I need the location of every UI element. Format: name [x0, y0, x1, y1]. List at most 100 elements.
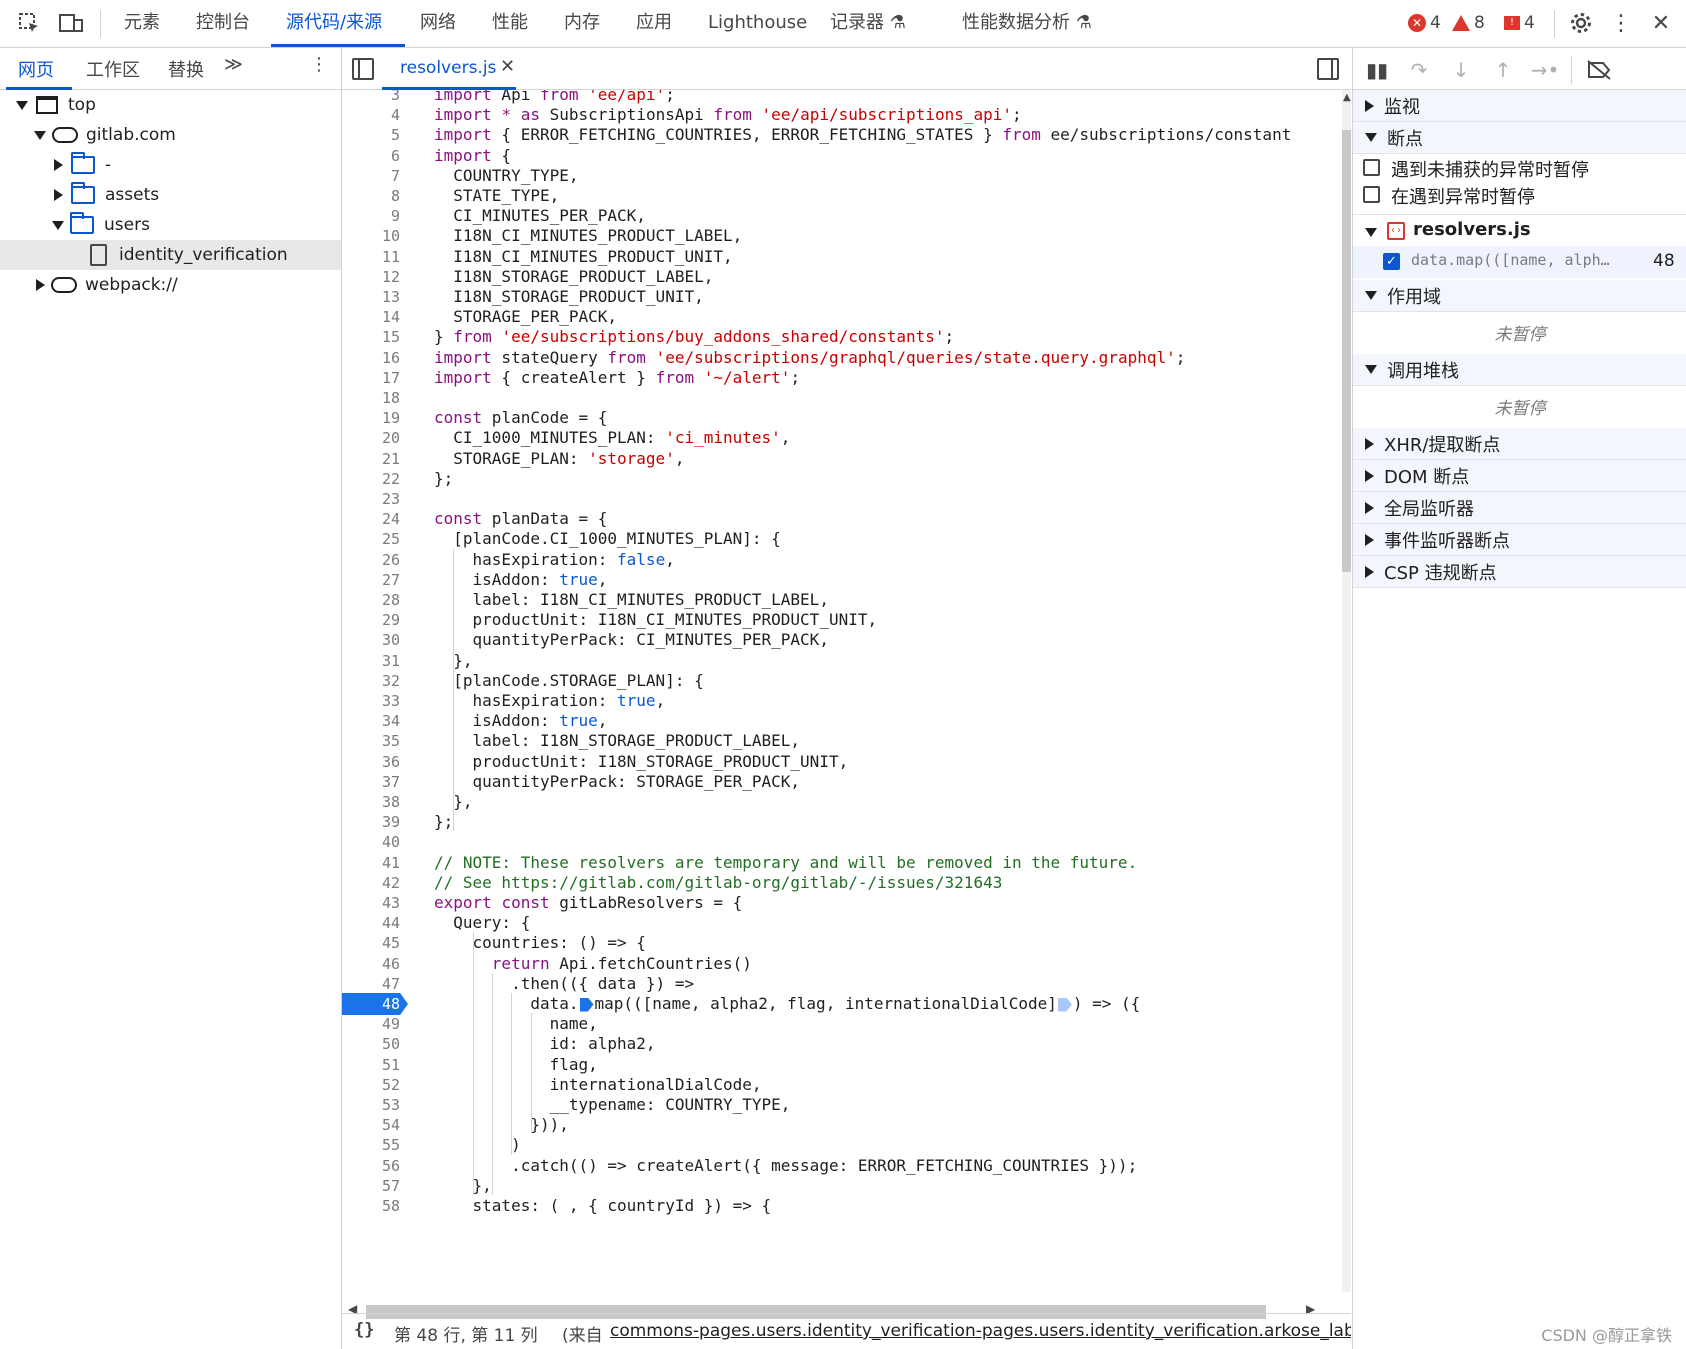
collapse-arrow-icon[interactable] [36, 279, 45, 291]
breakpoint-entry[interactable]: ✓ data.map(([name, alph… 48 [1353, 246, 1686, 278]
collapse-arrow-icon[interactable] [54, 189, 63, 201]
line-number-gutter[interactable]: 3 4 5 6 7 8 9 10 11 12 13 14 15 16 17 18 19 20 21 22 23 24 25 2… [342, 90, 408, 1334]
pause-caught-checkbox[interactable] [1363, 186, 1380, 203]
line-number[interactable]: 50 [342, 1033, 400, 1055]
line-number[interactable]: 43 [342, 892, 400, 914]
line-number[interactable]: 58 [342, 1195, 400, 1217]
section-xhr-breakpoints[interactable]: XHR/提取断点 [1353, 428, 1686, 460]
pause-uncaught-checkbox[interactable] [1363, 159, 1380, 176]
line-number[interactable]: 40 [342, 831, 400, 853]
line-number[interactable]: 12 [342, 266, 400, 288]
tab-console[interactable]: 控制台 [196, 0, 250, 46]
line-number[interactable]: 6 [342, 145, 400, 167]
tree-item-users[interactable]: users [0, 210, 341, 240]
expand-arrow-icon[interactable] [34, 130, 46, 140]
line-number[interactable]: 46 [342, 953, 400, 975]
line-number[interactable]: 23 [342, 488, 400, 510]
line-number[interactable]: 38 [342, 791, 400, 813]
expand-arrow-icon[interactable] [16, 100, 28, 110]
line-number[interactable]: 18 [342, 387, 400, 409]
line-number[interactable]: 45 [342, 932, 400, 954]
tree-item-folder-dash[interactable]: - [0, 150, 341, 180]
step-out-icon[interactable]: ↑ [1489, 56, 1517, 84]
tab-performance-insights[interactable]: 性能数据分析 ⚗ [962, 0, 1092, 46]
collapse-arrow-icon[interactable] [54, 159, 63, 171]
toggle-debugger-icon[interactable] [1317, 58, 1339, 80]
section-watch[interactable]: 监视 [1353, 90, 1686, 122]
section-scope[interactable]: 作用域 [1353, 280, 1686, 312]
vertical-scrollbar[interactable]: ▲ ▼ [1342, 90, 1351, 1334]
line-number[interactable]: 14 [342, 306, 400, 328]
section-global-listeners[interactable]: 全局监听器 [1353, 492, 1686, 524]
tab-network[interactable]: 网络 [420, 0, 456, 46]
tab-sources[interactable]: 源代码/来源 [286, 0, 382, 46]
step-icon[interactable]: →• [1531, 56, 1560, 84]
breakpoint-enabled-checkbox[interactable]: ✓ [1383, 253, 1400, 270]
more-options-icon[interactable]: ⋮ [1606, 8, 1636, 38]
tab-performance[interactable]: 性能 [492, 0, 528, 46]
line-number[interactable]: 47 [342, 973, 400, 995]
section-breakpoints[interactable]: 断点 [1353, 122, 1686, 154]
tree-item-assets[interactable]: assets [0, 180, 341, 210]
line-number[interactable]: 22 [342, 468, 400, 490]
line-number[interactable]: 34 [342, 710, 400, 732]
more-tabs-chevron-icon[interactable]: ≫ [224, 54, 243, 75]
source-map-link[interactable]: commons-pages.users.identity_verificatio… [610, 1321, 1351, 1341]
line-number[interactable]: 49 [342, 1013, 400, 1035]
tab-page[interactable]: 网页 [18, 56, 54, 82]
tab-application[interactable]: 应用 [636, 0, 672, 46]
error-count[interactable]: ✕ 4 [1408, 13, 1441, 33]
line-number[interactable]: 32 [342, 670, 400, 692]
section-event-listener-breakpoints[interactable]: 事件监听器断点 [1353, 524, 1686, 556]
issue-count[interactable]: ! 4 [1504, 13, 1535, 33]
step-over-icon[interactable]: ↷ [1405, 56, 1433, 84]
line-number[interactable]: 29 [342, 609, 400, 631]
deactivate-breakpoints-icon[interactable] [1585, 56, 1613, 84]
line-number[interactable]: 54 [342, 1114, 400, 1136]
line-number[interactable]: 13 [342, 286, 400, 308]
line-number[interactable]: 35 [342, 730, 400, 752]
tree-item-gitlab-com[interactable]: gitlab.com [0, 120, 341, 150]
scroll-up-arrow-icon[interactable]: ▲ [1343, 92, 1351, 103]
line-number[interactable]: 15 [342, 326, 400, 348]
line-number[interactable]: 9 [342, 205, 400, 227]
line-number[interactable]: 51 [342, 1054, 400, 1076]
line-number[interactable]: 27 [342, 569, 400, 591]
tab-memory[interactable]: 内存 [564, 0, 600, 46]
line-number[interactable]: 41 [342, 852, 400, 874]
close-devtools-icon[interactable]: ✕ [1646, 8, 1676, 38]
tab-recorder[interactable]: 记录器 ⚗ [830, 0, 906, 46]
tree-item-webpack[interactable]: webpack:// [0, 270, 341, 300]
line-number[interactable]: 10 [342, 225, 400, 247]
line-number[interactable]: 17 [342, 367, 400, 389]
line-number[interactable]: 4 [342, 104, 400, 126]
section-call-stack[interactable]: 调用堆栈 [1353, 354, 1686, 386]
line-number[interactable]: 30 [342, 629, 400, 651]
file-tab-resolvers-js[interactable]: resolvers.js ✕ [382, 48, 516, 90]
line-number[interactable]: 55 [342, 1134, 400, 1156]
step-into-icon[interactable]: ↓ [1447, 56, 1475, 84]
line-number[interactable]: 20 [342, 427, 400, 449]
code-view[interactable]: 3 4 5 6 7 8 9 10 11 12 13 14 15 16 17 18 19 20 21 22 23 24 25 2… [342, 90, 1342, 1334]
pretty-print-icon[interactable]: {} [354, 1320, 374, 1340]
inline-breakpoint-icon[interactable] [1057, 997, 1072, 1012]
line-number[interactable]: 8 [342, 185, 400, 207]
inline-breakpoint-icon[interactable] [579, 997, 594, 1012]
device-toolbar-icon[interactable] [56, 8, 86, 38]
expand-arrow-icon[interactable] [52, 220, 64, 230]
settings-gear-icon[interactable] [1566, 8, 1596, 38]
navigator-menu-icon[interactable]: ⋮ [310, 54, 328, 75]
line-number[interactable]: 11 [342, 246, 400, 268]
line-number[interactable]: 5 [342, 124, 400, 146]
tree-item-identity-verification[interactable]: identity_verification [0, 240, 341, 270]
pause-resume-icon[interactable]: ▮▮ [1363, 56, 1391, 84]
tab-lighthouse[interactable]: Lighthouse [708, 0, 807, 46]
line-number[interactable]: 7 [342, 165, 400, 187]
line-number[interactable]: 28 [342, 589, 400, 611]
line-number[interactable]: 37 [342, 771, 400, 793]
line-number[interactable]: 39 [342, 811, 400, 833]
line-number[interactable]: 48 [342, 993, 400, 1015]
line-number[interactable]: 42 [342, 872, 400, 894]
line-number[interactable]: 56 [342, 1155, 400, 1177]
line-number[interactable]: 19 [342, 407, 400, 429]
